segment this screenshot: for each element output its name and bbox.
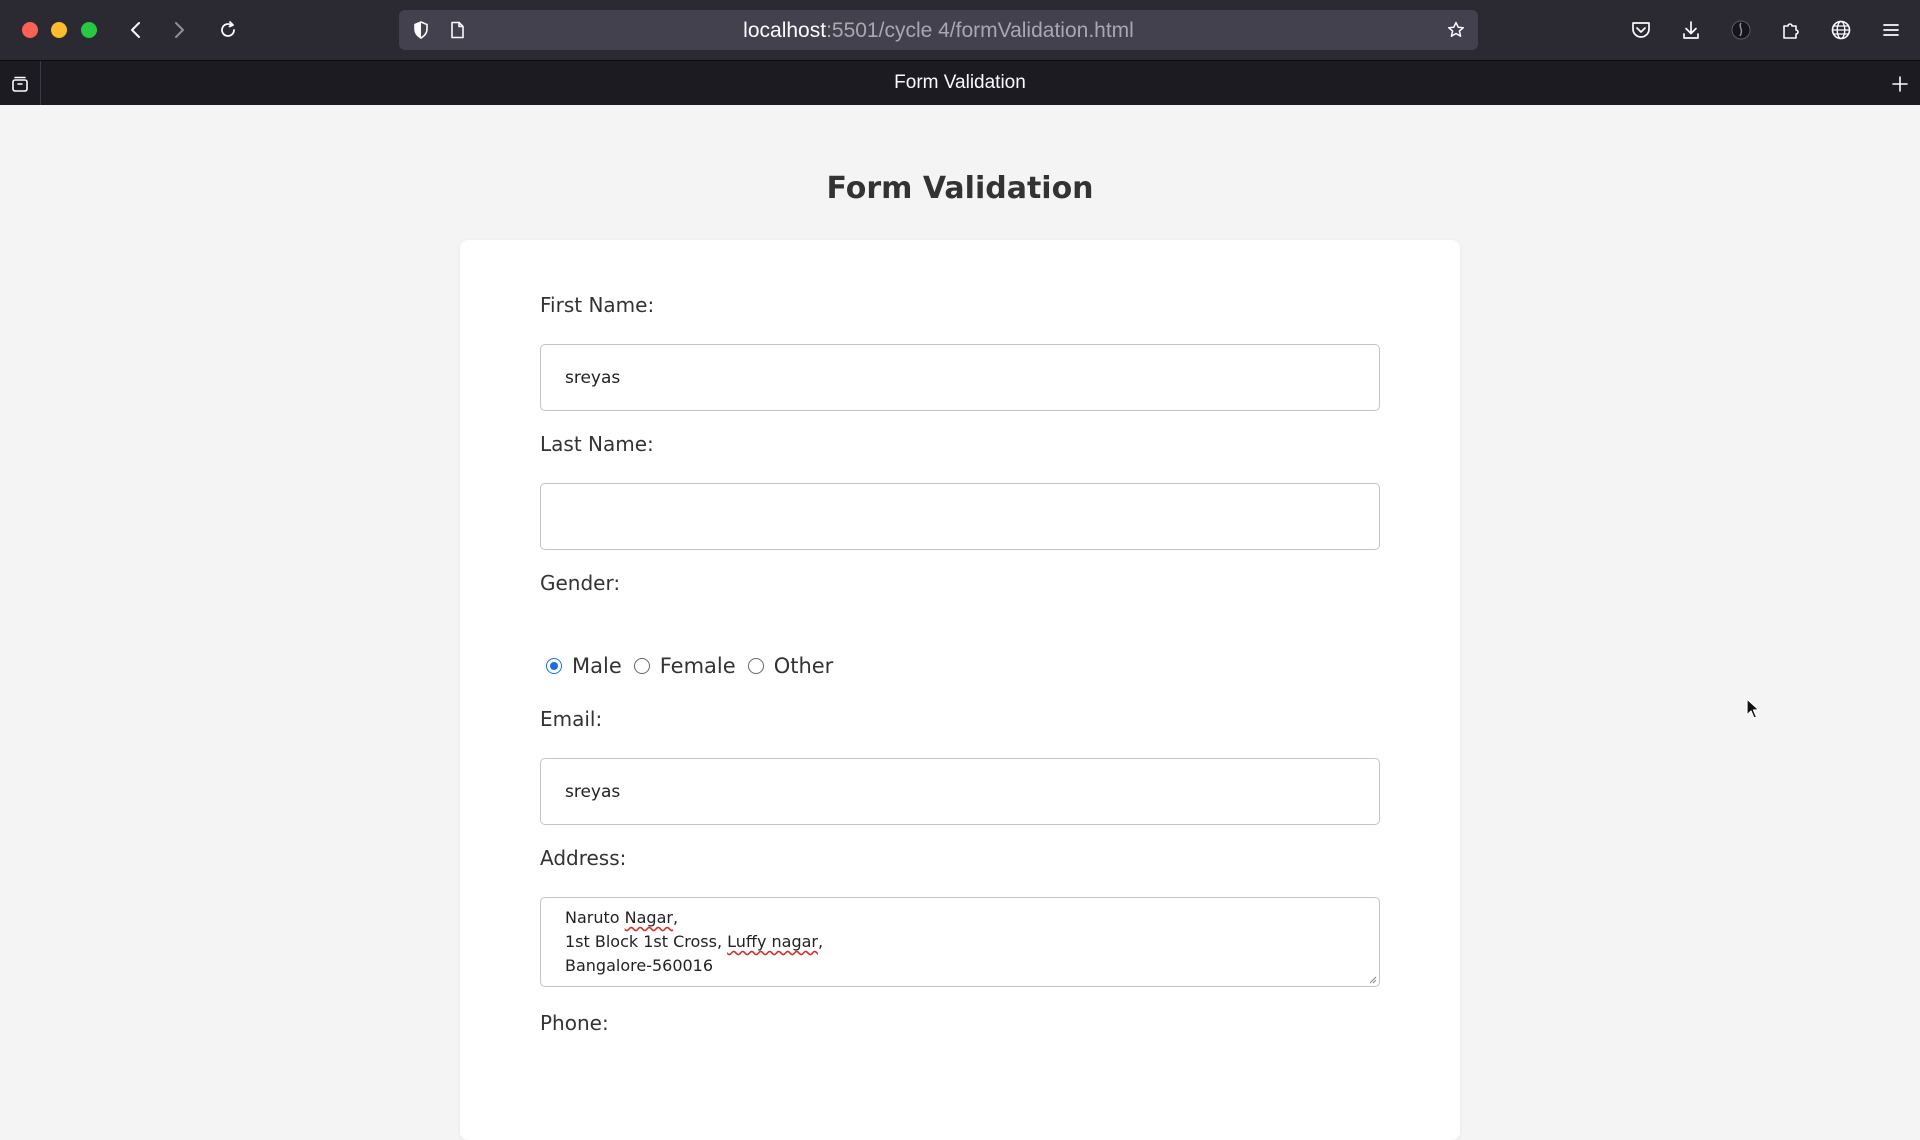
menu-button[interactable] xyxy=(1879,18,1903,42)
address-text: 1st Block 1st Cross, xyxy=(565,932,728,951)
address-text: , xyxy=(672,908,679,927)
address-line-2: 1st Block 1st Cross, Luffy nagar, xyxy=(565,930,1355,954)
chevron-right-icon xyxy=(175,22,184,38)
url-text[interactable]: localhost:5501/cycle 4/formValidation.ht… xyxy=(399,19,1478,43)
address-line-1: Naruto Nagar, xyxy=(565,906,1355,930)
gender-option-other[interactable]: Other xyxy=(747,654,834,678)
radio-female-label[interactable]: Female xyxy=(660,654,736,678)
account-button[interactable] xyxy=(1729,18,1753,42)
new-tab-button[interactable] xyxy=(1879,61,1920,106)
back-button[interactable] xyxy=(122,16,150,44)
radio-other-label[interactable]: Other xyxy=(774,654,834,678)
downloads-button[interactable] xyxy=(1679,18,1703,42)
last-name-label: Last Name: xyxy=(540,432,654,456)
first-name-input[interactable]: sreyas xyxy=(540,344,1380,411)
hamburger-menu-icon xyxy=(1883,24,1899,36)
extensions-button[interactable] xyxy=(1779,18,1803,42)
star-icon[interactable] xyxy=(1446,20,1466,40)
page-viewport: Form Validation First Name: sreyas Last … xyxy=(0,105,1920,1140)
spellcheck-text: Nagar xyxy=(624,908,673,927)
plus-icon xyxy=(1891,75,1908,92)
radio-male[interactable] xyxy=(546,658,562,674)
zoom-window-button[interactable] xyxy=(81,22,97,38)
reload-icon xyxy=(221,21,235,37)
last-name-input[interactable] xyxy=(540,483,1380,550)
page-title: Form Validation xyxy=(826,171,1094,206)
form-card: First Name: sreyas Last Name: Gender: Ma… xyxy=(460,240,1460,1140)
browser-toolbar: localhost:5501/cycle 4/formValidation.ht… xyxy=(0,0,1920,60)
email-input[interactable]: sreyas xyxy=(540,758,1380,825)
globe-icon xyxy=(1831,20,1851,40)
url-host: localhost xyxy=(743,19,827,42)
pocket-button[interactable] xyxy=(1629,18,1653,42)
gender-label: Gender: xyxy=(540,571,621,595)
puzzle-icon xyxy=(1783,23,1799,39)
resize-handle-icon[interactable] xyxy=(1367,974,1377,984)
email-label: Email: xyxy=(540,707,603,731)
radio-female[interactable] xyxy=(633,658,650,674)
gender-option-male[interactable]: Male xyxy=(546,654,622,678)
spellcheck-text: Luffy nagar xyxy=(727,932,818,951)
account-icon xyxy=(1731,20,1751,40)
mouse-cursor-icon xyxy=(1746,698,1760,719)
address-line-3: Bangalore-560016 xyxy=(565,956,714,975)
address-text: Naruto xyxy=(565,908,625,927)
radio-male-label[interactable]: Male xyxy=(572,654,622,678)
tab-form-validation[interactable]: Form Validation xyxy=(0,72,1920,94)
download-icon xyxy=(1683,21,1699,39)
pocket-icon xyxy=(1632,22,1650,38)
address-textarea[interactable]: Naruto Nagar, 1st Block 1st Cross, Luffy… xyxy=(540,897,1380,987)
phone-label: Phone: xyxy=(540,1011,609,1035)
gender-option-female[interactable]: Female xyxy=(633,654,736,678)
tab-strip: Form Validation xyxy=(0,60,1920,106)
chevron-left-icon xyxy=(131,22,140,38)
url-path: :5501/cycle 4/formValidation.html xyxy=(826,19,1134,42)
radio-other[interactable] xyxy=(747,658,764,674)
language-button[interactable] xyxy=(1829,18,1853,42)
address-label: Address: xyxy=(540,846,627,870)
close-window-button[interactable] xyxy=(22,22,38,38)
address-text: , xyxy=(817,932,824,951)
forward-button[interactable] xyxy=(165,16,193,44)
address-bar[interactable]: localhost:5501/cycle 4/formValidation.ht… xyxy=(399,10,1478,50)
gender-radio-group: Male Female Other xyxy=(546,651,845,681)
first-name-label: First Name: xyxy=(540,293,655,317)
minimize-window-button[interactable] xyxy=(51,22,67,38)
reload-button[interactable] xyxy=(214,16,242,44)
